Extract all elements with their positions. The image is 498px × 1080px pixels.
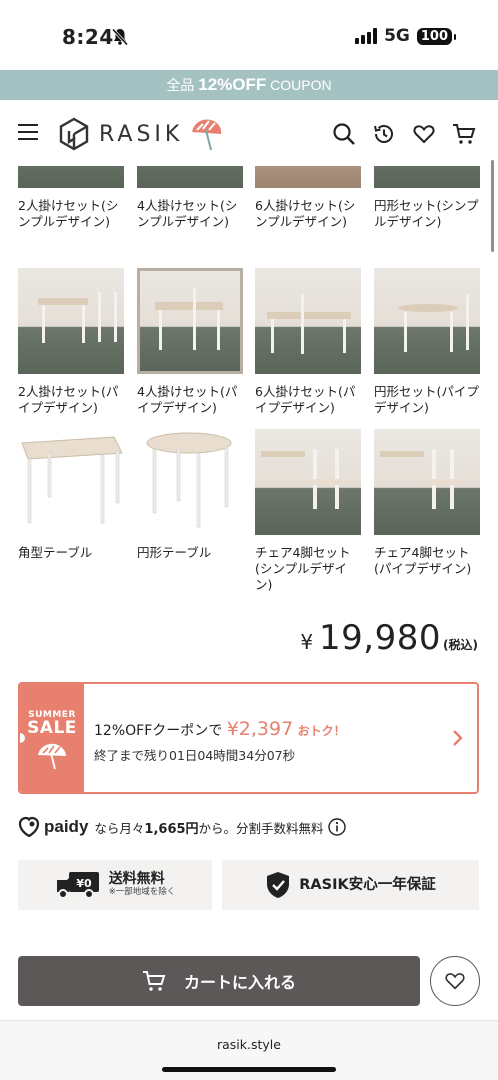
- variation-item[interactable]: チェア4脚セット(パイプデザイン): [374, 429, 480, 577]
- variation-label: 角型テーブル: [18, 545, 93, 560]
- paidy-logo-icon: [18, 816, 40, 838]
- browser-url[interactable]: rasik.style: [0, 1037, 498, 1052]
- product-thumbnail: [255, 268, 361, 374]
- site-header: RASIK: [0, 100, 498, 166]
- product-thumbnail: [137, 166, 243, 188]
- signal-icon: [355, 28, 378, 44]
- history-icon[interactable]: [372, 122, 396, 146]
- scrollbar[interactable]: [491, 160, 494, 252]
- variation-item[interactable]: 2人掛けセット(シンプルデザイン): [18, 166, 124, 230]
- coupon-prefix: 全品: [166, 77, 195, 93]
- product-variation-grid: 2人掛けセット(シンプルデザイン) 4人掛けセット(シンプルデザイン) 6人掛け…: [0, 166, 498, 600]
- paidy-text-prefix: なら月々: [94, 820, 145, 836]
- heart-icon[interactable]: [412, 122, 436, 146]
- variation-label: チェア4脚セット(パイプデザイン): [374, 545, 472, 576]
- header-icons: [332, 122, 476, 146]
- warranty-label: RASIK安心一年保証: [299, 876, 436, 893]
- umbrella-icon: [38, 743, 66, 770]
- price-amount: 19,980: [319, 618, 442, 658]
- status-bar: 8:24 5G 100: [0, 0, 498, 70]
- price-currency: ¥: [300, 630, 314, 654]
- logo[interactable]: RASIK: [58, 116, 223, 152]
- warranty-box: RASIK安心一年保証: [222, 860, 479, 910]
- variation-label: 4人掛けセット(パイプデザイン): [137, 384, 238, 415]
- product-thumbnail: [255, 166, 361, 188]
- shipping-note: ※一部地域を除く: [108, 887, 176, 897]
- info-icon[interactable]: [327, 818, 346, 836]
- variation-item[interactable]: 2人掛けセット(パイプデザイン): [18, 268, 124, 416]
- product-thumbnail: [18, 429, 124, 535]
- paidy-text: なら月々1,665円から。分割手数料無料: [94, 818, 323, 837]
- product-thumbnail: [137, 429, 243, 535]
- product-thumbnail: [18, 166, 124, 188]
- sale-badge: SUMMER SALE: [20, 684, 84, 792]
- variation-label: 円形セット(パイプデザイン): [374, 384, 479, 415]
- status-indicators: 5G 100: [355, 26, 457, 46]
- sale-badge-main: SALE: [27, 718, 77, 738]
- bell-muted-icon: [112, 28, 128, 46]
- variation-item[interactable]: 4人掛けセット(シンプルデザイン): [137, 166, 243, 230]
- variation-label: 6人掛けセット(シンプルデザイン): [255, 198, 356, 229]
- product-thumbnail: [374, 429, 480, 535]
- status-time: 8:24: [62, 25, 114, 49]
- product-thumbnail: [18, 268, 124, 374]
- coupon-percent: 12%OFF: [198, 75, 267, 94]
- paidy-text-suffix: から。分割手数料無料: [198, 820, 324, 836]
- variation-label: 円形テーブル: [137, 545, 212, 560]
- variation-label: 2人掛けセット(シンプルデザイン): [18, 198, 119, 229]
- cart-icon[interactable]: [452, 122, 476, 146]
- variation-item[interactable]: 6人掛けセット(シンプルデザイン): [255, 166, 361, 230]
- sale-coupon-text: 12%OFFクーポンで ¥2,397 おトク！: [94, 718, 346, 740]
- battery-icon: 100: [416, 27, 457, 45]
- paidy-installment: paidy なら月々1,665円から。分割手数料無料: [18, 816, 346, 838]
- shield-check-icon: [267, 872, 290, 898]
- menu-icon[interactable]: [18, 124, 38, 142]
- variation-item[interactable]: 円形テーブル: [137, 429, 243, 561]
- add-to-cart-label: カートに入れる: [183, 973, 296, 992]
- search-icon[interactable]: [332, 122, 356, 146]
- sale-coupon-label: 12%OFFクーポンで: [94, 723, 223, 739]
- product-thumbnail-selected: [137, 268, 243, 374]
- logo-text: RASIK: [99, 121, 184, 147]
- logo-cube-icon: [59, 117, 89, 151]
- home-indicator[interactable]: [162, 1067, 336, 1072]
- browser-bottom-bar: rasik.style: [0, 1020, 498, 1080]
- variation-item[interactable]: 角型テーブル: [18, 429, 124, 561]
- product-thumbnail: [255, 429, 361, 535]
- variation-item[interactable]: 4人掛けセット(パイプデザイン): [137, 268, 243, 416]
- cart-icon: [142, 971, 166, 991]
- variation-item[interactable]: 6人掛けセット(パイプデザイン): [255, 268, 361, 416]
- shipping-badge: ¥0: [76, 877, 92, 890]
- sale-countdown: 終了まで残り01日04時間34分07秒: [94, 748, 296, 763]
- add-to-cart-button[interactable]: カートに入れる: [18, 956, 420, 1006]
- variation-label: 2人掛けセット(パイプデザイン): [18, 384, 119, 415]
- free-shipping-box: ¥0 送料無料 ※一部地域を除く: [18, 860, 212, 910]
- paidy-brand: paidy: [44, 817, 89, 836]
- sale-discount-suffix: おトク！: [297, 724, 346, 738]
- shipping-title: 送料無料: [108, 871, 165, 887]
- variation-item[interactable]: チェア4脚セット(シンプルデザイン): [255, 429, 361, 593]
- favorite-button[interactable]: [430, 956, 480, 1006]
- variation-label: 4人掛けセット(シンプルデザイン): [137, 198, 238, 229]
- product-thumbnail: [374, 166, 480, 188]
- variation-item[interactable]: 円形セット(パイプデザイン): [374, 268, 480, 416]
- variation-label: チェア4脚セット(シンプルデザイン): [255, 545, 351, 592]
- variation-label: 6人掛けセット(パイプデザイン): [255, 384, 356, 415]
- sale-discount-amount: ¥2,397: [226, 718, 294, 740]
- price: ¥ 19,980 (税込): [300, 618, 478, 658]
- product-thumbnail: [374, 268, 480, 374]
- network-type: 5G: [384, 26, 410, 46]
- coupon-banner[interactable]: 全品 12%OFF COUPON: [0, 70, 498, 100]
- paidy-monthly-amount: 1,665円: [144, 821, 199, 837]
- variation-item[interactable]: 円形セット(シンプルデザイン): [374, 166, 480, 230]
- truck-icon: ¥0: [56, 872, 99, 899]
- variation-label: 円形セット(シンプルデザイン): [374, 198, 479, 229]
- heart-icon: [445, 973, 465, 990]
- umbrella-logo-icon: [192, 119, 222, 151]
- coupon-suffix: COUPON: [270, 77, 332, 93]
- price-tax-note: (税込): [443, 638, 478, 652]
- chevron-right-icon: [453, 730, 463, 746]
- summer-sale-coupon[interactable]: SUMMER SALE 12%OFFクーポンで ¥2,397 おトク！ 終了まで…: [18, 682, 479, 794]
